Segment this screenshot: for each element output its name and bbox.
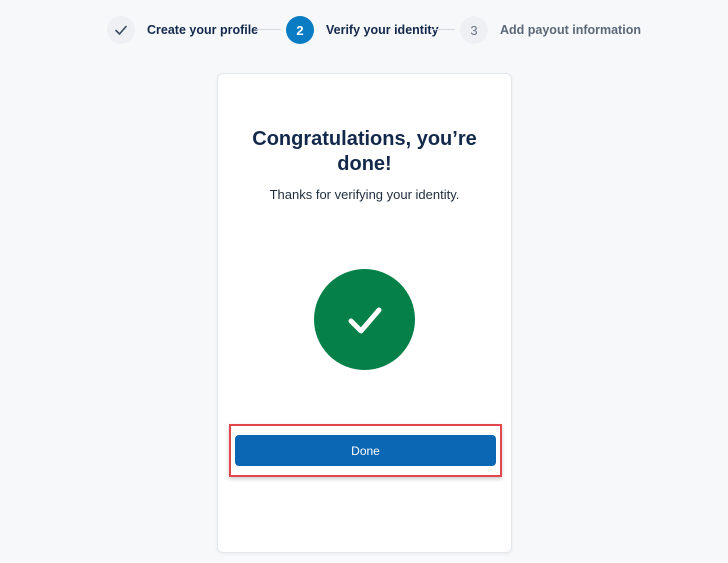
check-circle-icon	[314, 269, 415, 370]
step-add-payout[interactable]: 3 Add payout information	[460, 14, 641, 46]
step-3-label: Add payout information	[500, 23, 641, 37]
step-connector	[256, 29, 281, 30]
step-1-status	[107, 16, 135, 44]
step-3-number: 3	[460, 16, 488, 44]
progress-stepper: Create your profile 2 Verify your identi…	[0, 14, 728, 46]
success-card: Congratulations, you’re done! Thanks for…	[217, 73, 512, 553]
check-icon	[115, 25, 127, 35]
step-1-label: Create your profile	[147, 23, 259, 37]
step-verify-identity[interactable]: 2 Verify your identity	[286, 14, 439, 46]
step-create-profile[interactable]: Create your profile	[107, 14, 258, 46]
success-message: Thanks for verifying your identity.	[269, 187, 460, 202]
step-connector	[430, 29, 455, 30]
done-button[interactable]: Done	[235, 435, 496, 466]
step-2-label: Verify your identity	[326, 23, 439, 37]
page-title: Congratulations, you’re done!	[252, 128, 477, 175]
step-2-number: 2	[286, 16, 314, 44]
verification-page: Create your profile 2 Verify your identi…	[0, 0, 728, 563]
check-icon	[348, 307, 381, 333]
